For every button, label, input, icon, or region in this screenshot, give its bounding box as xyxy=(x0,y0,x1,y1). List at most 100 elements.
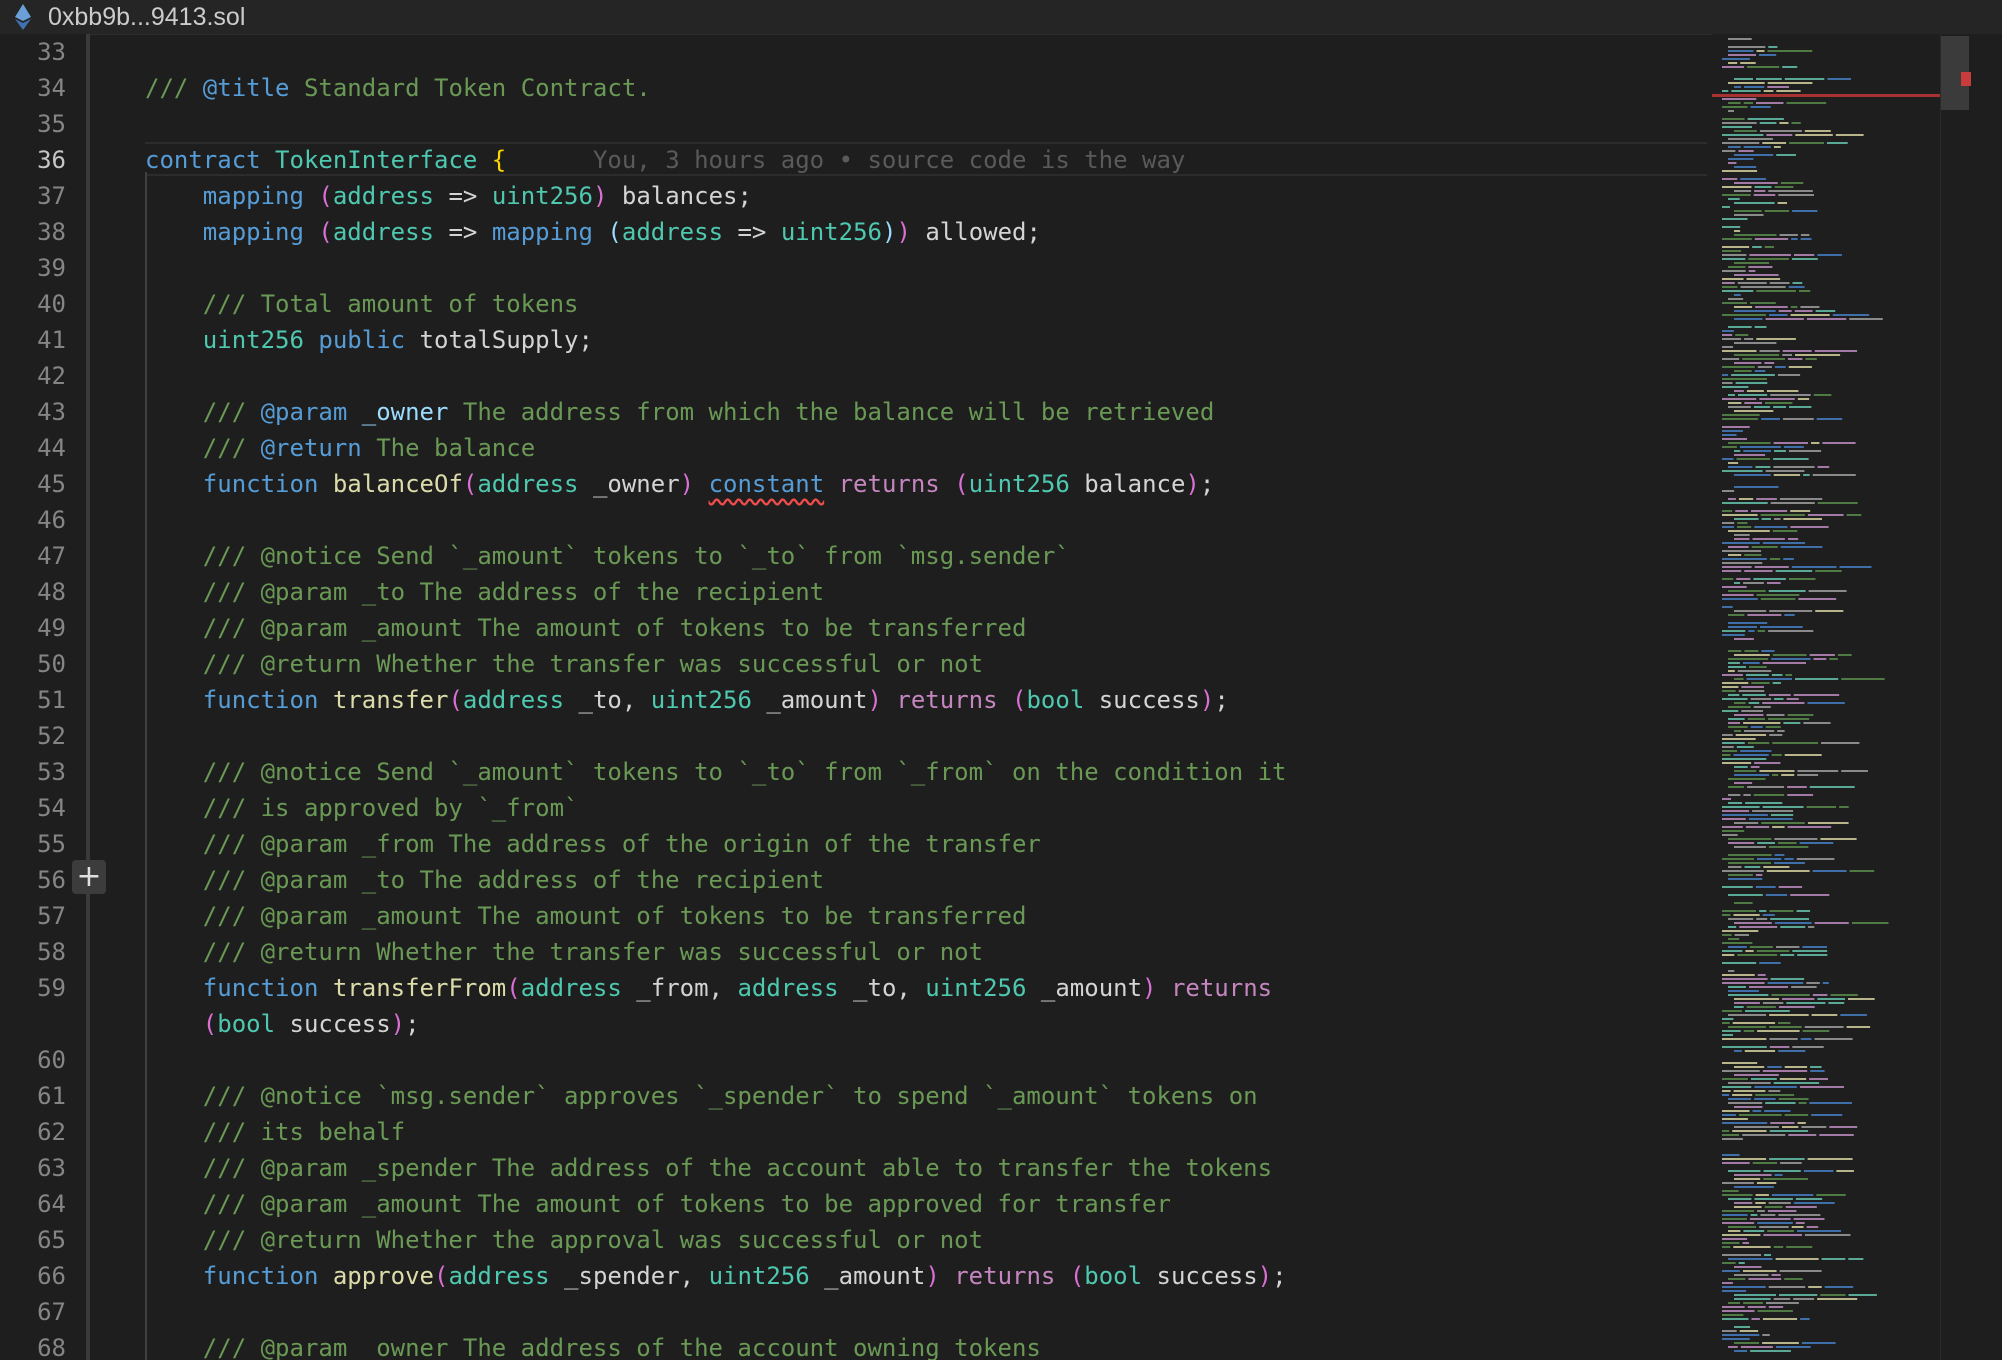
code-line[interactable]: 58 /// @return Whether the transfer was … xyxy=(0,934,1710,970)
code-text[interactable]: /// @param _amount The amount of tokens … xyxy=(145,610,1027,646)
code-text[interactable]: /// @notice Send `_amount` tokens to `_t… xyxy=(145,538,1070,574)
code-line[interactable]: 37 mapping (address => uint256) balances… xyxy=(0,178,1710,214)
code-line[interactable]: 67 xyxy=(0,1294,1710,1330)
line-number[interactable]: 68 xyxy=(0,1330,66,1360)
code-text[interactable]: mapping (address => mapping (address => … xyxy=(145,214,1041,250)
code-text[interactable]: function transferFrom(address _from, add… xyxy=(145,970,1272,1006)
line-number[interactable]: 64 xyxy=(0,1186,66,1222)
line-number[interactable]: 56 xyxy=(0,862,66,898)
code-text[interactable]: /// @param _to The address of the recipi… xyxy=(145,862,824,898)
line-number[interactable]: 39 xyxy=(0,250,66,286)
code-text[interactable]: /// @title Standard Token Contract. xyxy=(145,70,651,106)
line-number[interactable]: 40 xyxy=(0,286,66,322)
vertical-scrollbar[interactable] xyxy=(1940,34,2002,1360)
code-line[interactable]: 35 xyxy=(0,106,1710,142)
line-number[interactable]: 51 xyxy=(0,682,66,718)
line-number[interactable]: 45 xyxy=(0,466,66,502)
code-line[interactable]: 41 uint256 public totalSupply; xyxy=(0,322,1710,358)
code-text[interactable]: /// @return Whether the transfer was suc… xyxy=(145,646,983,682)
code-text[interactable]: /// @param _from The address of the orig… xyxy=(145,826,1041,862)
code-line[interactable]: 42 xyxy=(0,358,1710,394)
code-line[interactable]: 34 /// @title Standard Token Contract. xyxy=(0,70,1710,106)
code-line[interactable]: 43 /// @param _owner The address from wh… xyxy=(0,394,1710,430)
code-line[interactable]: 47 /// @notice Send `_amount` tokens to … xyxy=(0,538,1710,574)
line-number[interactable]: 50 xyxy=(0,646,66,682)
code-text[interactable]: /// @param _spender The address of the a… xyxy=(145,1150,1272,1186)
code-text[interactable]: /// is approved by `_from` xyxy=(145,790,579,826)
add-comment-button[interactable]: + xyxy=(72,860,106,894)
minimap[interactable] xyxy=(1712,34,1940,1360)
code-text[interactable]: contract TokenInterface { You, 3 hours a… xyxy=(145,142,1185,178)
code-text[interactable]: /// @param _amount The amount of tokens … xyxy=(145,1186,1171,1222)
line-number[interactable]: 49 xyxy=(0,610,66,646)
code-line[interactable]: 61 /// @notice `msg.sender` approves `_s… xyxy=(0,1078,1710,1114)
code-line[interactable]: 66 function approve(address _spender, ui… xyxy=(0,1258,1710,1294)
line-number[interactable]: 65 xyxy=(0,1222,66,1258)
code-text[interactable]: function balanceOf(address _owner) const… xyxy=(145,466,1215,502)
file-name[interactable]: 0xbb9b...9413.sol xyxy=(48,2,245,32)
line-number[interactable]: 41 xyxy=(0,322,66,358)
code-line[interactable]: 40 /// Total amount of tokens xyxy=(0,286,1710,322)
code-line[interactable]: 53 /// @notice Send `_amount` tokens to … xyxy=(0,754,1710,790)
line-number[interactable]: 43 xyxy=(0,394,66,430)
code-line[interactable]: 65 /// @return Whether the approval was … xyxy=(0,1222,1710,1258)
code-line[interactable]: 50 /// @return Whether the transfer was … xyxy=(0,646,1710,682)
line-number[interactable]: 33 xyxy=(0,34,66,70)
code-text[interactable]: /// its behalf xyxy=(145,1114,405,1150)
line-number[interactable]: 47 xyxy=(0,538,66,574)
code-text[interactable]: /// @return Whether the approval was suc… xyxy=(145,1222,983,1258)
code-line[interactable]: 48 /// @param _to The address of the rec… xyxy=(0,574,1710,610)
code-line[interactable]: 46 xyxy=(0,502,1710,538)
line-number[interactable]: 53 xyxy=(0,754,66,790)
code-line[interactable]: 56 /// @param _to The address of the rec… xyxy=(0,862,1710,898)
line-number[interactable]: 44 xyxy=(0,430,66,466)
line-number[interactable]: 59 xyxy=(0,970,66,1006)
line-number[interactable]: 42 xyxy=(0,358,66,394)
code-line[interactable]: 62 /// its behalf xyxy=(0,1114,1710,1150)
code-line[interactable]: 59 function transferFrom(address _from, … xyxy=(0,970,1710,1006)
code-line[interactable]: 45 function balanceOf(address _owner) co… xyxy=(0,466,1710,502)
code-line[interactable]: 55 /// @param _from The address of the o… xyxy=(0,826,1710,862)
line-number[interactable]: 38 xyxy=(0,214,66,250)
code-text[interactable]: /// @param _amount The amount of tokens … xyxy=(145,898,1027,934)
line-number[interactable]: 57 xyxy=(0,898,66,934)
line-number[interactable]: 55 xyxy=(0,826,66,862)
line-number[interactable]: 58 xyxy=(0,934,66,970)
code-line[interactable]: 39 xyxy=(0,250,1710,286)
code-text[interactable]: function approve(address _spender, uint2… xyxy=(145,1258,1287,1294)
line-number[interactable]: 37 xyxy=(0,178,66,214)
code-text[interactable]: /// @param _owner The address from which… xyxy=(145,394,1214,430)
code-text[interactable]: /// @notice `msg.sender` approves `_spen… xyxy=(145,1078,1258,1114)
code-text[interactable]: /// @return Whether the transfer was suc… xyxy=(145,934,983,970)
code-line[interactable]: 60 xyxy=(0,1042,1710,1078)
line-number[interactable]: 66 xyxy=(0,1258,66,1294)
code-line[interactable]: 68 /// @param _owner The address of the … xyxy=(0,1330,1710,1360)
line-number[interactable]: 60 xyxy=(0,1042,66,1078)
code-line[interactable]: 44 /// @return The balance xyxy=(0,430,1710,466)
code-text[interactable]: /// Total amount of tokens xyxy=(145,286,579,322)
code-line[interactable]: 38 mapping (address => mapping (address … xyxy=(0,214,1710,250)
line-number[interactable]: 54 xyxy=(0,790,66,826)
code-text[interactable]: mapping (address => uint256) balances; xyxy=(145,178,752,214)
line-number[interactable]: 46 xyxy=(0,502,66,538)
line-number[interactable]: 36 xyxy=(0,142,66,178)
code-line[interactable]: 51 function transfer(address _to, uint25… xyxy=(0,682,1710,718)
code-line[interactable]: 54 /// is approved by `_from` xyxy=(0,790,1710,826)
line-number[interactable]: 67 xyxy=(0,1294,66,1330)
code-line[interactable]: 64 /// @param _amount The amount of toke… xyxy=(0,1186,1710,1222)
code-line[interactable]: 63 /// @param _spender The address of th… xyxy=(0,1150,1710,1186)
line-number[interactable]: 35 xyxy=(0,106,66,142)
line-number[interactable]: 62 xyxy=(0,1114,66,1150)
code-text[interactable]: /// @param _owner The address of the acc… xyxy=(145,1330,1041,1360)
code-line[interactable]: 36 contract TokenInterface { You, 3 hours… xyxy=(0,142,1710,178)
code-text[interactable]: /// @notice Send `_amount` tokens to `_t… xyxy=(145,754,1287,790)
line-number[interactable]: 48 xyxy=(0,574,66,610)
code-line[interactable]: 52 xyxy=(0,718,1710,754)
code-text[interactable]: /// @return The balance xyxy=(145,430,535,466)
code-line[interactable]: 49 /// @param _amount The amount of toke… xyxy=(0,610,1710,646)
line-number[interactable]: 34 xyxy=(0,70,66,106)
code-line[interactable]: (bool success); xyxy=(0,1006,1710,1042)
line-number[interactable]: 61 xyxy=(0,1078,66,1114)
code-text[interactable]: function transfer(address _to, uint256 _… xyxy=(145,682,1229,718)
line-number[interactable]: 52 xyxy=(0,718,66,754)
